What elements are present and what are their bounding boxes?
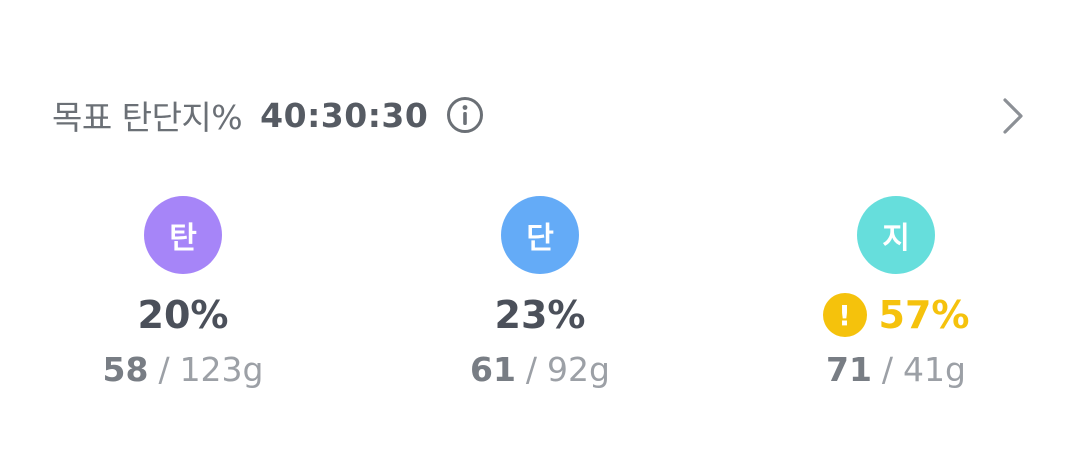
fat-percent-row: ! 57% [822, 290, 970, 340]
macro-carb: 탄 20% 58 / 123g [33, 196, 333, 389]
carb-percent: 20% [137, 293, 229, 337]
fat-percent: 57% [878, 293, 970, 337]
protein-badge: 단 [501, 196, 579, 274]
warning-icon: ! [822, 293, 867, 337]
fat-badge: 지 [857, 196, 935, 274]
carb-separator: / [158, 350, 170, 389]
carb-target: 123g [179, 350, 264, 389]
fat-separator: / [881, 350, 894, 389]
goal-label: 목표 탄단지% [52, 98, 243, 137]
macro-goal-header[interactable]: 목표 탄단지% 40:30:30 [52, 88, 1028, 142]
protein-target: 92g [547, 350, 610, 389]
protein-percent: 23% [494, 293, 586, 337]
macro-fat: 지 ! 57% 71 / 41g [746, 196, 1046, 389]
carb-grams: 58 / 123g [103, 350, 264, 389]
protein-percent-row: 23% [495, 290, 586, 340]
carb-actual: 58 [102, 350, 149, 389]
protein-actual: 61 [469, 350, 516, 389]
chevron-right-icon[interactable] [998, 96, 1028, 136]
protein-grams: 61 / 92g [470, 350, 610, 389]
macro-summary: 탄 20% 58 / 123g 단 23% 61 / 92g 지 ! 57% 7… [0, 196, 1080, 416]
carb-badge: 탄 [144, 196, 222, 274]
protein-separator: / [525, 350, 538, 389]
macro-protein: 단 23% 61 / 92g [390, 196, 690, 389]
carb-percent-row: 20% [138, 290, 229, 340]
fat-actual: 71 [825, 350, 872, 389]
goal-ratio: 40:30:30 [260, 95, 429, 135]
fat-grams: 71 / 41g [826, 350, 966, 389]
fat-target: 41g [903, 350, 966, 389]
info-icon[interactable] [446, 96, 484, 134]
